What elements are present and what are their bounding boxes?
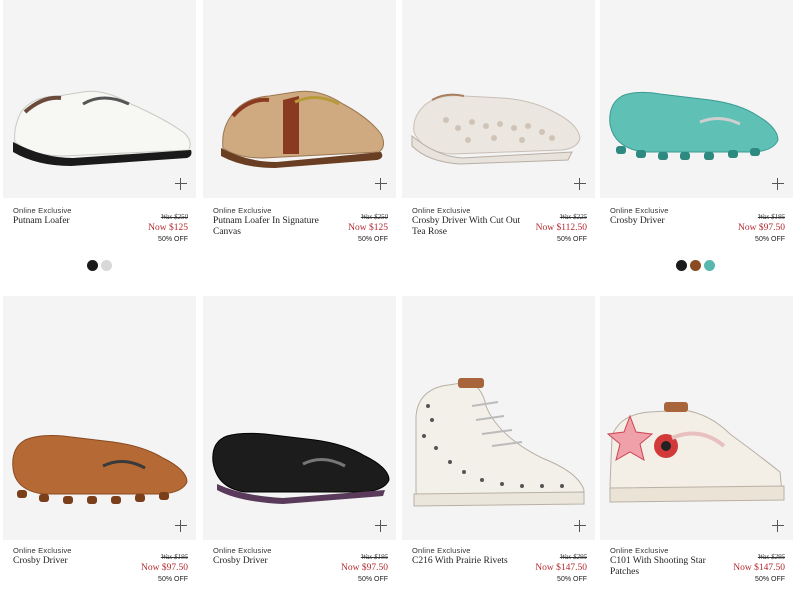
color-swatches (676, 260, 715, 271)
swatch-black[interactable] (87, 260, 98, 271)
add-to-bag-icon[interactable] (772, 178, 784, 190)
product-image[interactable] (3, 296, 196, 540)
price-block: Was $295 Now $147.50 50% OFF (733, 553, 785, 586)
product-image[interactable] (402, 296, 595, 540)
add-to-bag-icon[interactable] (175, 178, 187, 190)
product-info: Online Exclusive Putnam Loafer In Signat… (213, 206, 388, 243)
product-card[interactable]: Online Exclusive Crosby Driver Was $195 … (3, 296, 196, 592)
discount-label: 50% OFF (557, 576, 587, 583)
cutout-driver-icon (411, 93, 581, 165)
product-info: Online Exclusive C101 With Shooting Star… (610, 546, 785, 583)
original-price: Was $225 (559, 213, 587, 221)
discount-label: 50% OFF (158, 236, 188, 243)
product-name[interactable]: Putnam Loafer In Signature Canvas (213, 216, 331, 238)
sale-price: Now $147.50 (733, 563, 785, 573)
product-name[interactable]: Crosby Driver With Cut Out Tea Rose (412, 216, 530, 238)
product-name[interactable]: Crosby Driver (13, 556, 131, 567)
swatch-black[interactable] (676, 260, 687, 271)
patch-sneaker-icon (606, 402, 785, 503)
product-image[interactable] (3, 0, 196, 198)
discount-label: 50% OFF (158, 576, 188, 583)
original-price: Was $250 (160, 213, 188, 221)
product-card[interactable]: Online Exclusive Crosby Driver With Cut … (402, 0, 595, 290)
signature-canvas-loafer-icon (221, 90, 385, 168)
product-name[interactable]: C216 With Prairie Rivets (412, 556, 530, 567)
discount-label: 50% OFF (358, 576, 388, 583)
add-to-bag-icon[interactable] (375, 520, 387, 532)
add-to-bag-icon[interactable] (574, 520, 586, 532)
sale-price: Now $112.50 (535, 223, 587, 233)
product-card[interactable]: Online Exclusive Putnam Loafer Was $250 … (3, 0, 196, 290)
product-info: Online Exclusive C216 With Prairie Rivet… (412, 546, 587, 583)
teal-driver-icon (609, 91, 779, 160)
sale-price: Now $125 (348, 223, 388, 233)
price-block: Was $250 Now $125 50% OFF (348, 213, 388, 246)
swatch-saddle[interactable] (690, 260, 701, 271)
original-price: Was $195 (360, 553, 388, 561)
product-info: Online Exclusive Crosby Driver Was $195 … (610, 206, 785, 243)
product-card[interactable]: Online Exclusive Crosby Driver Was $195 … (600, 0, 793, 290)
product-info: Online Exclusive Crosby Driver Was $195 … (13, 546, 188, 583)
tan-driver-icon (12, 435, 188, 504)
price-block: Was $195 Now $97.50 50% OFF (141, 553, 188, 586)
add-to-bag-icon[interactable] (175, 520, 187, 532)
add-to-bag-icon[interactable] (375, 178, 387, 190)
product-image[interactable] (203, 296, 396, 540)
discount-label: 50% OFF (557, 236, 587, 243)
color-swatches (87, 260, 112, 271)
discount-label: 50% OFF (358, 236, 388, 243)
price-block: Was $195 Now $97.50 50% OFF (738, 213, 785, 246)
product-info: Online Exclusive Crosby Driver With Cut … (412, 206, 587, 243)
price-block: Was $295 Now $147.50 50% OFF (535, 553, 587, 586)
original-price: Was $295 (559, 553, 587, 561)
high-top-sneaker-icon (413, 378, 585, 507)
add-to-bag-icon[interactable] (772, 520, 784, 532)
product-card[interactable]: Online Exclusive Crosby Driver Was $195 … (203, 296, 396, 592)
product-name[interactable]: Putnam Loafer (13, 216, 131, 227)
add-to-bag-icon[interactable] (574, 178, 586, 190)
black-driver-icon (212, 432, 390, 504)
sale-price: Now $147.50 (535, 563, 587, 573)
sale-price: Now $125 (148, 223, 188, 233)
price-block: Was $225 Now $112.50 50% OFF (536, 213, 587, 246)
product-info: Online Exclusive Putnam Loafer Was $250 … (13, 206, 188, 243)
product-image[interactable] (402, 0, 595, 198)
discount-label: 50% OFF (755, 236, 785, 243)
price-block: Was $250 Now $125 50% OFF (148, 213, 188, 246)
swatch-teal[interactable] (704, 260, 715, 271)
product-info: Online Exclusive Crosby Driver Was $195 … (213, 546, 388, 583)
product-card[interactable]: Online Exclusive Putnam Loafer In Signat… (203, 0, 396, 290)
product-card[interactable]: Online Exclusive C216 With Prairie Rivet… (402, 296, 595, 592)
original-price: Was $195 (757, 213, 785, 221)
product-name[interactable]: C101 With Shooting Star Patches (610, 556, 728, 578)
white-loafer-icon (13, 90, 192, 166)
product-name[interactable]: Crosby Driver (610, 216, 728, 227)
sale-price: Now $97.50 (738, 223, 785, 233)
product-image[interactable] (203, 0, 396, 198)
sale-price: Now $97.50 (141, 563, 188, 573)
price-block: Was $195 Now $97.50 50% OFF (341, 553, 388, 586)
sale-price: Now $97.50 (341, 563, 388, 573)
product-grid: Online Exclusive Putnam Loafer Was $250 … (0, 0, 800, 592)
discount-label: 50% OFF (755, 576, 785, 583)
original-price: Was $250 (360, 213, 388, 221)
swatch-chalk[interactable] (101, 260, 112, 271)
original-price: Was $295 (757, 553, 785, 561)
product-card[interactable]: Online Exclusive C101 With Shooting Star… (600, 296, 793, 592)
product-name[interactable]: Crosby Driver (213, 556, 331, 567)
product-image[interactable] (600, 296, 793, 540)
product-image[interactable] (600, 0, 793, 198)
original-price: Was $195 (160, 553, 188, 561)
